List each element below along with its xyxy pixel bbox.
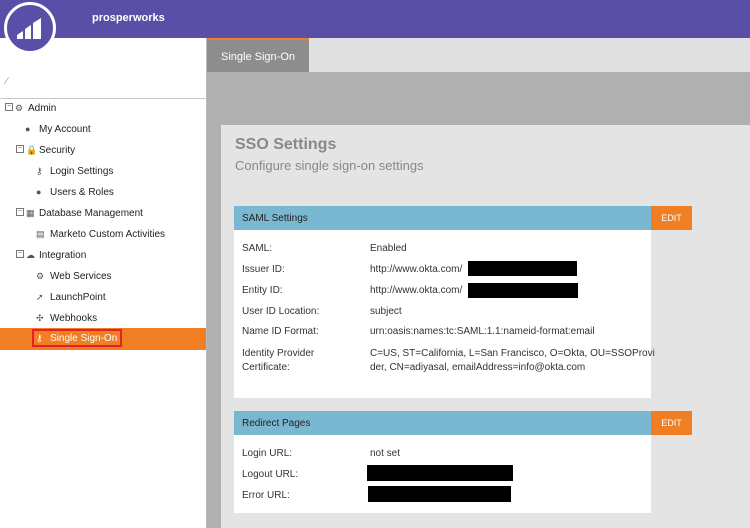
- sidebar-item-label: Webhooks: [50, 313, 98, 324]
- logout-url-label: Logout URL:: [242, 469, 299, 480]
- issuer-id-value: http://www.okta.com/: [370, 264, 463, 275]
- collapse-icon[interactable]: −: [16, 250, 24, 258]
- lock-icon: 🔒: [26, 145, 38, 155]
- saml-label: SAML:: [242, 243, 273, 254]
- redacted-block: [468, 261, 577, 276]
- collapse-icon[interactable]: −: [5, 103, 13, 111]
- saml-settings-header: SAML Settings: [234, 206, 651, 230]
- sidebar-item-webhooks[interactable]: ✣ Webhooks: [0, 309, 206, 329]
- web-services-icon: ⚙: [36, 271, 45, 281]
- user-id-location-value: subject: [370, 306, 402, 317]
- saml-edit-button[interactable]: EDIT: [651, 206, 692, 230]
- sidebar-item-label: Security: [39, 145, 76, 156]
- sidebar-item-label: Users & Roles: [50, 187, 114, 198]
- user-icon: ●: [25, 124, 31, 134]
- sidebar-item-label: Marketo Custom Activities: [50, 229, 166, 240]
- sidebar-item-label: My Account: [39, 124, 91, 135]
- sidebar-item-users-roles[interactable]: ● Users & Roles: [0, 183, 206, 203]
- idp-certificate-value-2: der, CN=adiyasal, emailAddress=info@okta…: [370, 362, 586, 373]
- entity-id-label: Entity ID:: [242, 285, 283, 296]
- sidebar-item-label: Integration: [39, 250, 87, 261]
- top-bar: prosperworks: [0, 0, 750, 38]
- sidebar-item-integration[interactable]: − ☁ Integration: [0, 246, 206, 266]
- search-icon[interactable]: ∕: [6, 76, 8, 87]
- idp-certificate-label-2: Certificate:: [242, 362, 290, 373]
- redacted-block: [368, 486, 511, 502]
- gear-icon: ⚙: [15, 103, 24, 113]
- sidebar-item-label: Database Management: [39, 208, 143, 219]
- collapse-icon[interactable]: −: [16, 145, 24, 153]
- sidebar-item-label: Single Sign-On: [50, 333, 118, 344]
- tab-bar: Single Sign-On: [207, 38, 750, 72]
- sidebar-item-admin[interactable]: − ⚙ Admin: [0, 99, 206, 119]
- error-url-label: Error URL:: [242, 490, 290, 501]
- key-icon: ⚷: [36, 166, 43, 176]
- sidebar-item-marketo-custom-activities[interactable]: ▤ Marketo Custom Activities: [0, 225, 206, 245]
- entity-id-value: http://www.okta.com/: [370, 285, 463, 296]
- sidebar-item-launchpoint[interactable]: ➚ LaunchPoint: [0, 288, 206, 308]
- sidebar-item-label: LaunchPoint: [50, 292, 106, 303]
- idp-certificate-value: C=US, ST=California, L=San Francisco, O=…: [370, 348, 655, 359]
- webhook-icon: ✣: [36, 313, 44, 323]
- app-name: prosperworks: [92, 12, 165, 24]
- sidebar-item-login-settings[interactable]: ⚷ Login Settings: [0, 162, 206, 182]
- issuer-id-label: Issuer ID:: [242, 264, 285, 275]
- sidebar: ∕ − ⚙ Admin ● My Account − 🔒 Security ⚷ …: [0, 38, 207, 528]
- sidebar-item-label: Admin: [28, 103, 57, 114]
- page-title: SSO Settings: [235, 136, 337, 153]
- sidebar-item-database-management[interactable]: − ▦ Database Management: [0, 204, 206, 224]
- redacted-block: [367, 465, 513, 481]
- redacted-block: [468, 283, 578, 298]
- users-icon: ●: [36, 187, 42, 197]
- name-id-format-label: Name ID Format:: [242, 326, 319, 337]
- login-url-label: Login URL:: [242, 448, 293, 459]
- sidebar-item-web-services[interactable]: ⚙ Web Services: [0, 267, 206, 287]
- sidebar-item-label: Login Settings: [50, 166, 114, 177]
- collapse-icon[interactable]: −: [16, 208, 24, 216]
- database-icon: ▦: [26, 208, 35, 218]
- rocket-icon: ➚: [36, 292, 44, 302]
- redirect-pages-header: Redirect Pages: [234, 411, 651, 435]
- tab-single-sign-on[interactable]: Single Sign-On: [207, 38, 309, 72]
- page-subtitle: Configure single sign-on settings: [235, 158, 424, 173]
- user-id-location-label: User ID Location:: [242, 306, 320, 317]
- idp-certificate-label: Identity Provider: [242, 348, 315, 359]
- saml-value: Enabled: [370, 243, 407, 254]
- sidebar-item-single-sign-on[interactable]: ⚷ Single Sign-On: [0, 328, 206, 350]
- redirect-edit-button[interactable]: EDIT: [651, 411, 692, 435]
- key-icon: ⚷: [36, 333, 43, 343]
- marketo-logo-icon[interactable]: [4, 2, 56, 54]
- cloud-icon: ☁: [26, 250, 35, 260]
- sidebar-item-my-account[interactable]: ● My Account: [0, 120, 206, 140]
- sidebar-item-security[interactable]: − 🔒 Security: [0, 141, 206, 161]
- activity-icon: ▤: [36, 229, 45, 239]
- sidebar-item-label: Web Services: [50, 271, 112, 282]
- login-url-value: not set: [370, 448, 401, 459]
- name-id-format-value: urn:oasis:names:tc:SAML:1.1:nameid-forma…: [370, 326, 595, 337]
